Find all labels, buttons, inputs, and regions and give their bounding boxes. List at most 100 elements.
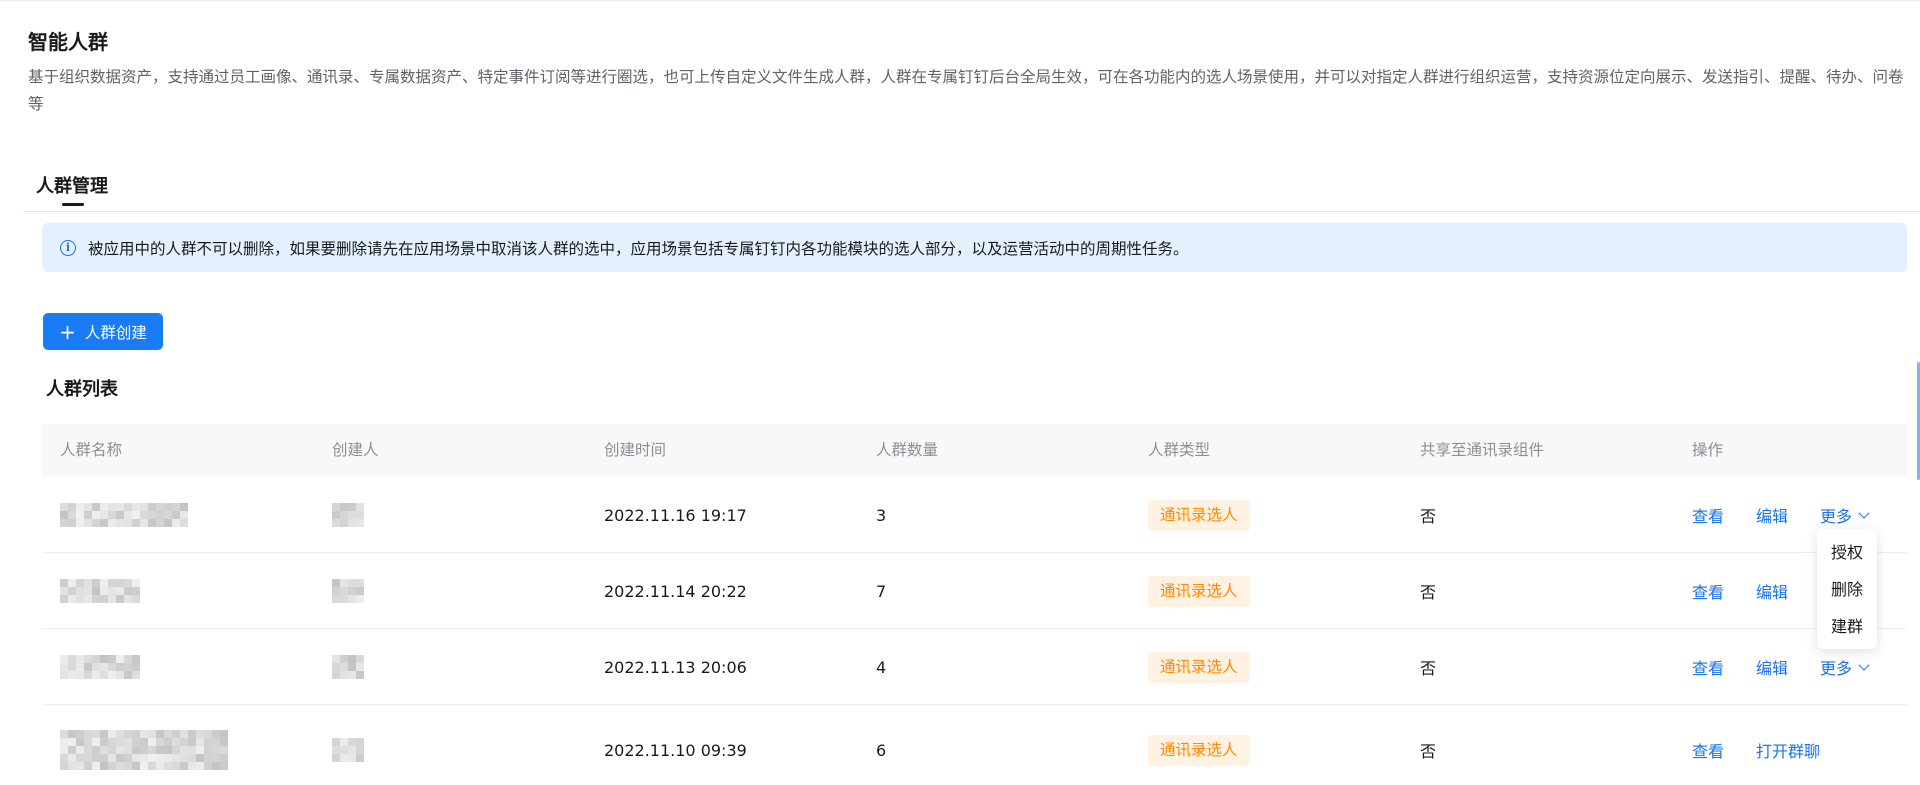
more-label: 更多 <box>1820 659 1853 678</box>
mosaic-cell <box>340 738 348 746</box>
table-row: 2022.11.10 09:39 6 通讯录选人 否 查看 打开群聊 <box>42 705 1907 785</box>
plus-icon: + <box>59 319 76 344</box>
mosaic-cell <box>332 754 340 762</box>
mosaic-cell <box>84 663 92 671</box>
crowd-name-blurred <box>60 629 140 705</box>
mosaic-cell <box>212 754 220 762</box>
mosaic-cell <box>92 762 100 770</box>
mosaic-cell <box>212 738 220 746</box>
menu-item-create-group[interactable]: 建群 <box>1817 608 1877 645</box>
mosaic-cell <box>68 730 76 738</box>
creator-blurred <box>332 477 364 553</box>
mosaic-cell <box>76 730 84 738</box>
mosaic-cell <box>204 754 212 762</box>
open-group-chat-button[interactable]: 打开群聊 <box>1756 738 1820 762</box>
page-title: 智能人群 <box>28 30 108 54</box>
created-time: 2022.11.10 09:39 <box>604 740 747 760</box>
created-time: 2022.11.14 20:22 <box>604 581 747 601</box>
mosaic-cell <box>92 655 100 663</box>
mosaic-cell <box>60 754 68 762</box>
mosaic-cell <box>124 655 132 663</box>
mosaic-cell <box>116 595 124 603</box>
creator-blurred <box>332 629 364 705</box>
notice-text: 被应用中的人群不可以删除，如果要删除请先在应用场景中取消该人群的选中，应用场景包… <box>88 239 1189 258</box>
mosaic-cell <box>172 746 180 754</box>
menu-item-authorize[interactable]: 授权 <box>1817 534 1877 571</box>
tab-bar: 人群管理 <box>23 166 1920 212</box>
crowd-type-badge: 通讯录选人 <box>1148 734 1250 766</box>
edit-button[interactable]: 编辑 <box>1756 503 1788 527</box>
mosaic-cell <box>92 671 100 679</box>
more-dropdown-trigger[interactable]: 更多 <box>1820 503 1870 527</box>
mosaic-cell <box>356 655 364 663</box>
menu-item-delete[interactable]: 删除 <box>1817 571 1877 608</box>
view-button[interactable]: 查看 <box>1692 655 1724 679</box>
column-header-type: 人群类型 <box>1148 441 1211 459</box>
mosaic-cell <box>132 579 140 587</box>
mosaic-cell <box>84 671 92 679</box>
mosaic-cell <box>84 511 92 519</box>
mosaic-cell <box>204 746 212 754</box>
mosaic-cell <box>100 503 108 511</box>
mosaic-cell <box>212 730 220 738</box>
mosaic-cell <box>148 730 156 738</box>
mosaic-cell <box>84 754 92 762</box>
mosaic-cell <box>68 511 76 519</box>
mosaic-cell <box>92 754 100 762</box>
edit-button[interactable]: 编辑 <box>1756 579 1788 603</box>
mosaic-cell <box>116 762 124 770</box>
mosaic-cell <box>172 503 180 511</box>
mosaic-cell <box>172 730 180 738</box>
mosaic-cell <box>68 587 76 595</box>
mosaic-cell <box>132 754 140 762</box>
mosaic-cell <box>124 671 132 679</box>
mosaic-cell <box>124 595 132 603</box>
mosaic-cell <box>76 511 84 519</box>
mosaic-cell <box>68 655 76 663</box>
mosaic-cell <box>68 503 76 511</box>
mosaic-cell <box>76 587 84 595</box>
table-row: 2022.11.14 20:22 7 通讯录选人 否 查看 编辑 <box>42 553 1907 629</box>
shared-value: 否 <box>1420 659 1437 678</box>
view-button[interactable]: 查看 <box>1692 738 1724 762</box>
mosaic-cell <box>60 587 68 595</box>
mosaic-cell <box>164 746 172 754</box>
edit-button[interactable]: 编辑 <box>1756 655 1788 679</box>
mosaic-cell <box>100 511 108 519</box>
mosaic-cell <box>140 519 148 527</box>
mosaic-cell <box>180 762 188 770</box>
mosaic-cell <box>340 655 348 663</box>
mosaic-cell <box>180 738 188 746</box>
more-dropdown-trigger[interactable]: 更多 <box>1820 655 1870 679</box>
row-actions: 查看 打开群聊 <box>1692 705 1852 785</box>
column-header-created-time: 创建时间 <box>604 441 667 459</box>
tab-crowd-management[interactable]: 人群管理 <box>36 172 108 198</box>
mosaic-cell <box>332 746 340 754</box>
mosaic-cell <box>76 754 84 762</box>
mosaic-cell <box>108 738 116 746</box>
mosaic-cell <box>220 762 228 770</box>
mosaic-cell <box>340 595 348 603</box>
mosaic-cell <box>140 730 148 738</box>
crowd-type-badge: 通讯录选人 <box>1148 651 1250 683</box>
mosaic-cell <box>108 762 116 770</box>
table-row: 2022.11.13 20:06 4 通讯录选人 否 查看 编辑 更多 <box>42 629 1907 705</box>
mosaic-cell <box>116 511 124 519</box>
mosaic-cell <box>332 738 340 746</box>
mosaic-cell <box>340 587 348 595</box>
mosaic-cell <box>148 754 156 762</box>
mosaic-cell <box>332 503 340 511</box>
mosaic-cell <box>148 746 156 754</box>
mosaic-cell <box>92 663 100 671</box>
more-dropdown-menu: 授权 删除 建群 <box>1817 529 1877 649</box>
view-button[interactable]: 查看 <box>1692 503 1724 527</box>
mosaic-cell <box>348 511 356 519</box>
mosaic-cell <box>84 587 92 595</box>
crowd-name-blurred <box>60 477 188 553</box>
mosaic-cell <box>108 587 116 595</box>
mosaic-cell <box>332 511 340 519</box>
mosaic-cell <box>172 762 180 770</box>
view-button[interactable]: 查看 <box>1692 579 1724 603</box>
mosaic-cell <box>100 754 108 762</box>
create-crowd-button[interactable]: + 人群创建 <box>43 313 163 350</box>
